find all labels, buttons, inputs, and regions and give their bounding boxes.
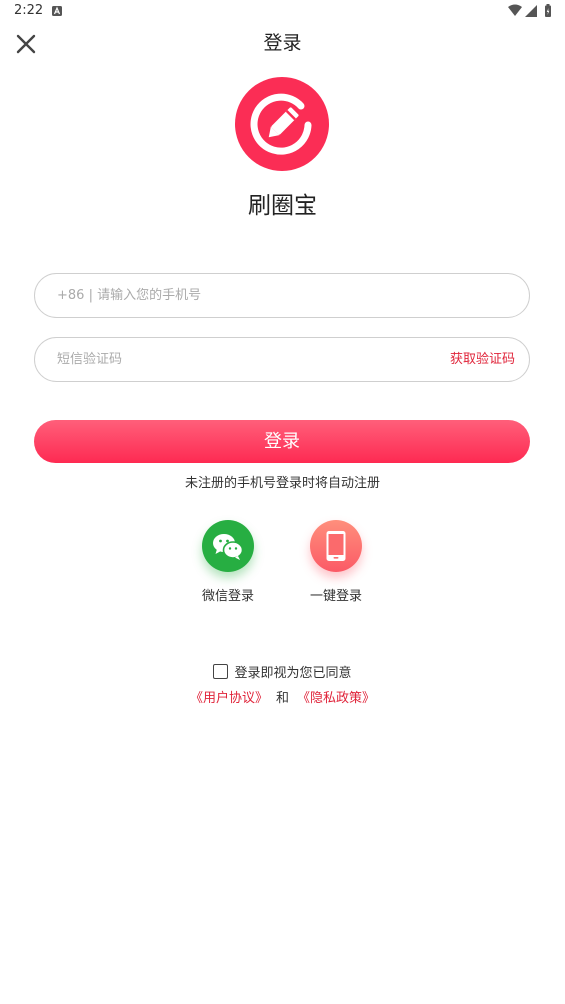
one-key-login-circle [310,520,362,572]
app-logo-pencil-icon [235,77,329,171]
notification-a-icon [52,6,62,16]
status-bar: 2:22 [0,0,565,24]
login-screen: 2:22 登录 刷圈宝 +86 | 请输入您的手机号 短信验证码 获取验证码 登… [0,0,565,1004]
page-title: 登录 [263,32,302,54]
one-key-login-label: 一键登录 [309,589,362,604]
user-agreement-link[interactable]: 《用户协议》 [190,691,268,706]
phone-icon [326,531,346,561]
signal-icon [525,5,537,17]
agreement-and-text: 和 [275,691,289,706]
agreement-row: 登录即视为您已同意 [0,664,565,684]
agreement-text: 登录即视为您已同意 [234,666,352,681]
wechat-icon [213,534,244,560]
phone-field [34,273,530,318]
wechat-login-button[interactable]: 微信登录 [183,520,273,606]
sms-code-field: 获取验证码 [34,337,530,382]
status-icons [508,4,551,17]
agreement-checkbox[interactable] [213,664,229,679]
sms-code-input[interactable] [57,338,357,381]
one-key-login-button[interactable]: 一键登录 [291,520,381,606]
wechat-login-circle [202,520,254,572]
app-name: 刷圈宝 [248,193,317,219]
login-button[interactable]: 登录 [34,420,530,463]
agreement-links: 《用户协议》和《隐私政策》 [0,689,565,709]
wifi-icon [508,4,522,16]
get-code-button[interactable]: 获取验证码 [450,338,515,381]
status-time: 2:22 [14,3,44,18]
auto-register-note: 未注册的手机号登录时将自动注册 [184,476,380,491]
privacy-policy-link[interactable]: 《隐私政策》 [297,691,375,706]
phone-input[interactable] [57,274,437,317]
battery-icon [545,4,551,17]
wechat-login-label: 微信登录 [201,589,254,604]
